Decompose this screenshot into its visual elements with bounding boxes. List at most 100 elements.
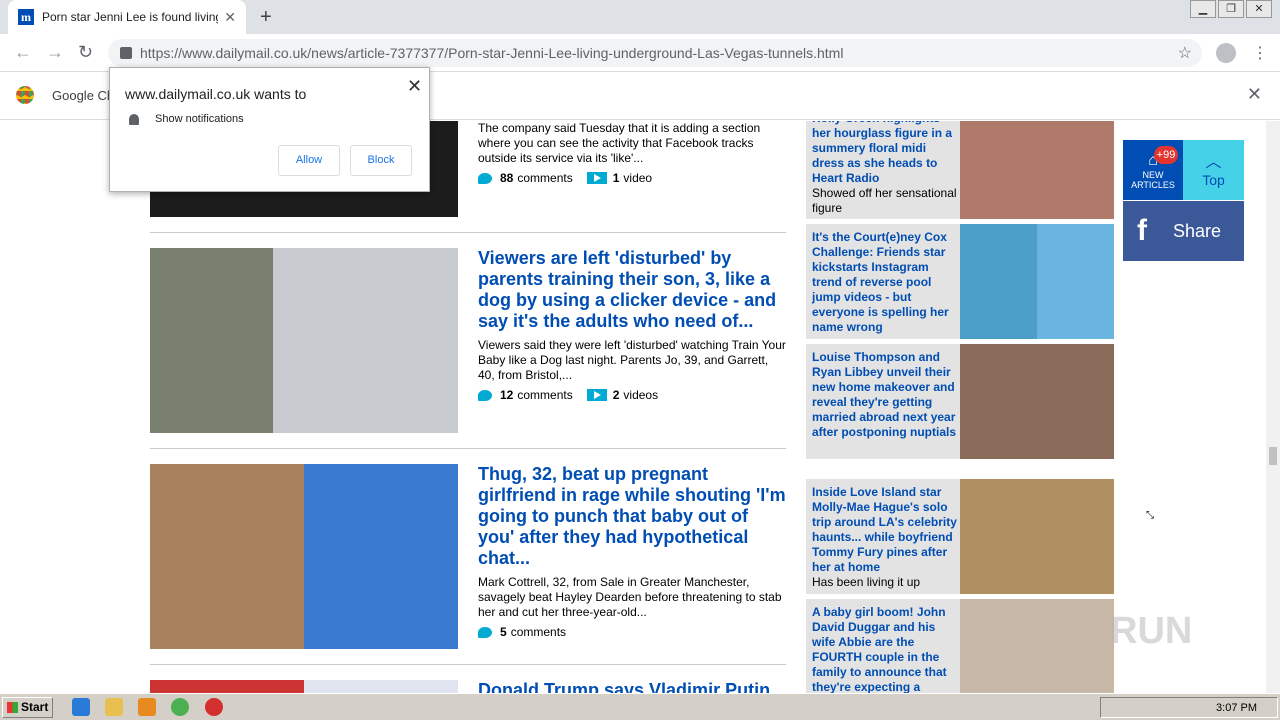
top-label: Top (1202, 172, 1225, 188)
video-icon (586, 389, 607, 401)
comments-count[interactable]: 12 (500, 388, 513, 402)
info-bar-close-icon[interactable]: ✕ (1247, 84, 1262, 105)
side-story-headline[interactable]: A baby girl boom! John David Duggar and … (812, 605, 958, 693)
facebook-icon: f (1137, 214, 1147, 247)
side-story-image[interactable] (960, 121, 1114, 219)
article-snippet: Viewers said they were left 'disturbed' … (478, 338, 786, 382)
maximize-button[interactable]: ❐ (1218, 0, 1244, 18)
system-tray: 3:07 PM (1100, 697, 1278, 718)
side-story[interactable]: Holly Green highlights her hourglass fig… (806, 121, 1114, 219)
tab-strip: m Porn star Jenni Lee is found living in… (0, 0, 1280, 34)
article-headline[interactable]: Thug, 32, beat up pregnant girlfriend in… (478, 464, 788, 569)
folder-icon[interactable] (105, 698, 123, 716)
forward-arrow-icon[interactable]: → (46, 42, 64, 63)
new-articles-badge: +99 (1154, 146, 1178, 164)
chrome-taskbar-icon[interactable] (171, 698, 189, 716)
allow-button[interactable]: Allow (278, 145, 340, 176)
article-item[interactable]: Thug, 32, beat up pregnant girlfriend in… (150, 464, 786, 650)
chrome-logo-icon (16, 86, 34, 104)
comment-bubble-icon (478, 172, 492, 184)
article-headline[interactable]: Viewers are left 'disturbed' by parents … (478, 248, 788, 332)
side-story-image[interactable] (960, 479, 1114, 594)
videos-label[interactable]: video (623, 171, 652, 185)
article-meta: 88 comments 1 video (478, 171, 652, 185)
side-story-image[interactable] (960, 224, 1114, 339)
minimize-button[interactable]: ▁ (1190, 0, 1216, 18)
window-controls: ▁ ❐ ✕ (1188, 0, 1272, 18)
videos-count[interactable]: 1 (613, 171, 620, 185)
side-story-image[interactable] (960, 599, 1114, 693)
comment-bubble-icon (478, 389, 492, 401)
article-meta: 12 comments 2 videos (478, 388, 658, 402)
side-story[interactable]: Inside Love Island star Molly-Mae Hague'… (806, 479, 1114, 594)
comments-count[interactable]: 5 (500, 625, 507, 639)
notification-permission-dialog: www.dailymail.co.uk wants to ✕ Show noti… (109, 67, 430, 192)
back-to-top-button[interactable]: ︿ Top (1183, 140, 1244, 200)
side-story-headline[interactable]: Louise Thompson and Ryan Libbey unveil t… (812, 350, 958, 440)
dialog-title: www.dailymail.co.uk wants to (125, 86, 307, 102)
new-articles-button[interactable]: ⌂ +99 NEW ARTICLES (1123, 140, 1183, 200)
url-text: https://www.dailymail.co.uk/news/article… (140, 45, 844, 61)
videos-label[interactable]: videos (623, 388, 658, 402)
cursor-icon: ⤡ (1146, 510, 1154, 521)
side-story-subtitle: Showed off her sensational figure (812, 186, 957, 215)
side-story-headline[interactable]: It's the Court(e)ney Cox Challenge: Frie… (812, 230, 958, 335)
article-thumbnail[interactable] (150, 680, 458, 693)
watermark: RUN (1110, 610, 1193, 652)
start-button[interactable]: Start (2, 697, 53, 718)
article-thumbnail[interactable] (150, 248, 458, 433)
article-item[interactable]: Donald Trump says Vladimir Putin (150, 680, 786, 693)
side-story-title[interactable]: Holly Green highlights her hourglass fig… (812, 121, 958, 216)
side-story-title[interactable]: Inside Love Island star Molly-Mae Hague'… (812, 485, 958, 590)
article-headline[interactable]: Donald Trump says Vladimir Putin (478, 680, 788, 693)
ie-icon[interactable] (72, 698, 90, 716)
scrollbar-thumb[interactable] (1269, 447, 1277, 465)
back-arrow-icon[interactable]: ← (14, 42, 32, 63)
permission-item: Show notifications (155, 113, 244, 125)
article-thumbnail[interactable] (150, 464, 458, 649)
vertical-scrollbar[interactable] (1266, 121, 1280, 693)
article-snippet: The company said Tuesday that it is addi… (478, 121, 761, 165)
comments-label[interactable]: comments (511, 625, 566, 639)
video-icon (586, 172, 607, 184)
new-articles-label: NEW ARTICLES (1131, 170, 1175, 190)
side-story[interactable]: A baby girl boom! John David Duggar and … (806, 599, 1114, 693)
article-meta: 5 comments (478, 625, 566, 639)
new-tab-button[interactable]: + (260, 6, 272, 29)
comments-label[interactable]: comments (517, 388, 572, 402)
side-story-subtitle: Has been living it up (812, 575, 921, 589)
comments-count[interactable]: 88 (500, 171, 513, 185)
browser-tab[interactable]: m Porn star Jenni Lee is found living in… (8, 0, 246, 34)
media-player-icon[interactable] (138, 698, 156, 716)
profile-avatar-icon[interactable] (1216, 43, 1236, 63)
address-bar[interactable]: https://www.dailymail.co.uk/news/article… (108, 39, 1202, 67)
clock[interactable]: 3:07 PM (1216, 701, 1257, 716)
alert-app-icon[interactable] (205, 698, 223, 716)
comments-label[interactable]: comments (517, 171, 572, 185)
side-story-image[interactable] (960, 344, 1114, 459)
tab-close-icon[interactable]: ✕ (224, 9, 236, 26)
tab-title: Porn star Jenni Lee is found living in (42, 10, 218, 24)
side-story[interactable]: Louise Thompson and Ryan Libbey unveil t… (806, 344, 1114, 459)
windows-taskbar: Start 3:07 PM (0, 693, 1280, 720)
bookmark-star-icon[interactable]: ☆ (1178, 43, 1192, 63)
divider (150, 232, 786, 233)
side-story-headline[interactable]: Holly Green highlights her hourglass fig… (812, 121, 952, 185)
side-story[interactable]: It's the Court(e)ney Cox Challenge: Frie… (806, 224, 1114, 339)
info-bar-text: Google Ch (52, 88, 115, 103)
block-button[interactable]: Block (350, 145, 412, 176)
article-item[interactable]: Viewers are left 'disturbed' by parents … (150, 248, 786, 434)
dialog-close-icon[interactable]: ✕ (407, 76, 422, 97)
side-story-headline[interactable]: Inside Love Island star Molly-Mae Hague'… (812, 485, 957, 574)
videos-count[interactable]: 2 (613, 388, 620, 402)
divider (150, 448, 786, 449)
dailymail-favicon-icon: m (18, 9, 34, 25)
comment-bubble-icon (478, 626, 492, 638)
facebook-share-button[interactable]: f Share (1123, 201, 1244, 261)
kebab-menu-icon[interactable]: ⋮ (1252, 43, 1268, 63)
chevron-up-icon: ︿ (1205, 154, 1222, 171)
page-content: The company said Tuesday that it is addi… (0, 121, 1266, 693)
reload-icon[interactable]: ↻ (78, 42, 93, 63)
article-snippet: Mark Cottrell, 32, from Sale in Greater … (478, 575, 782, 619)
close-window-button[interactable]: ✕ (1246, 0, 1272, 18)
